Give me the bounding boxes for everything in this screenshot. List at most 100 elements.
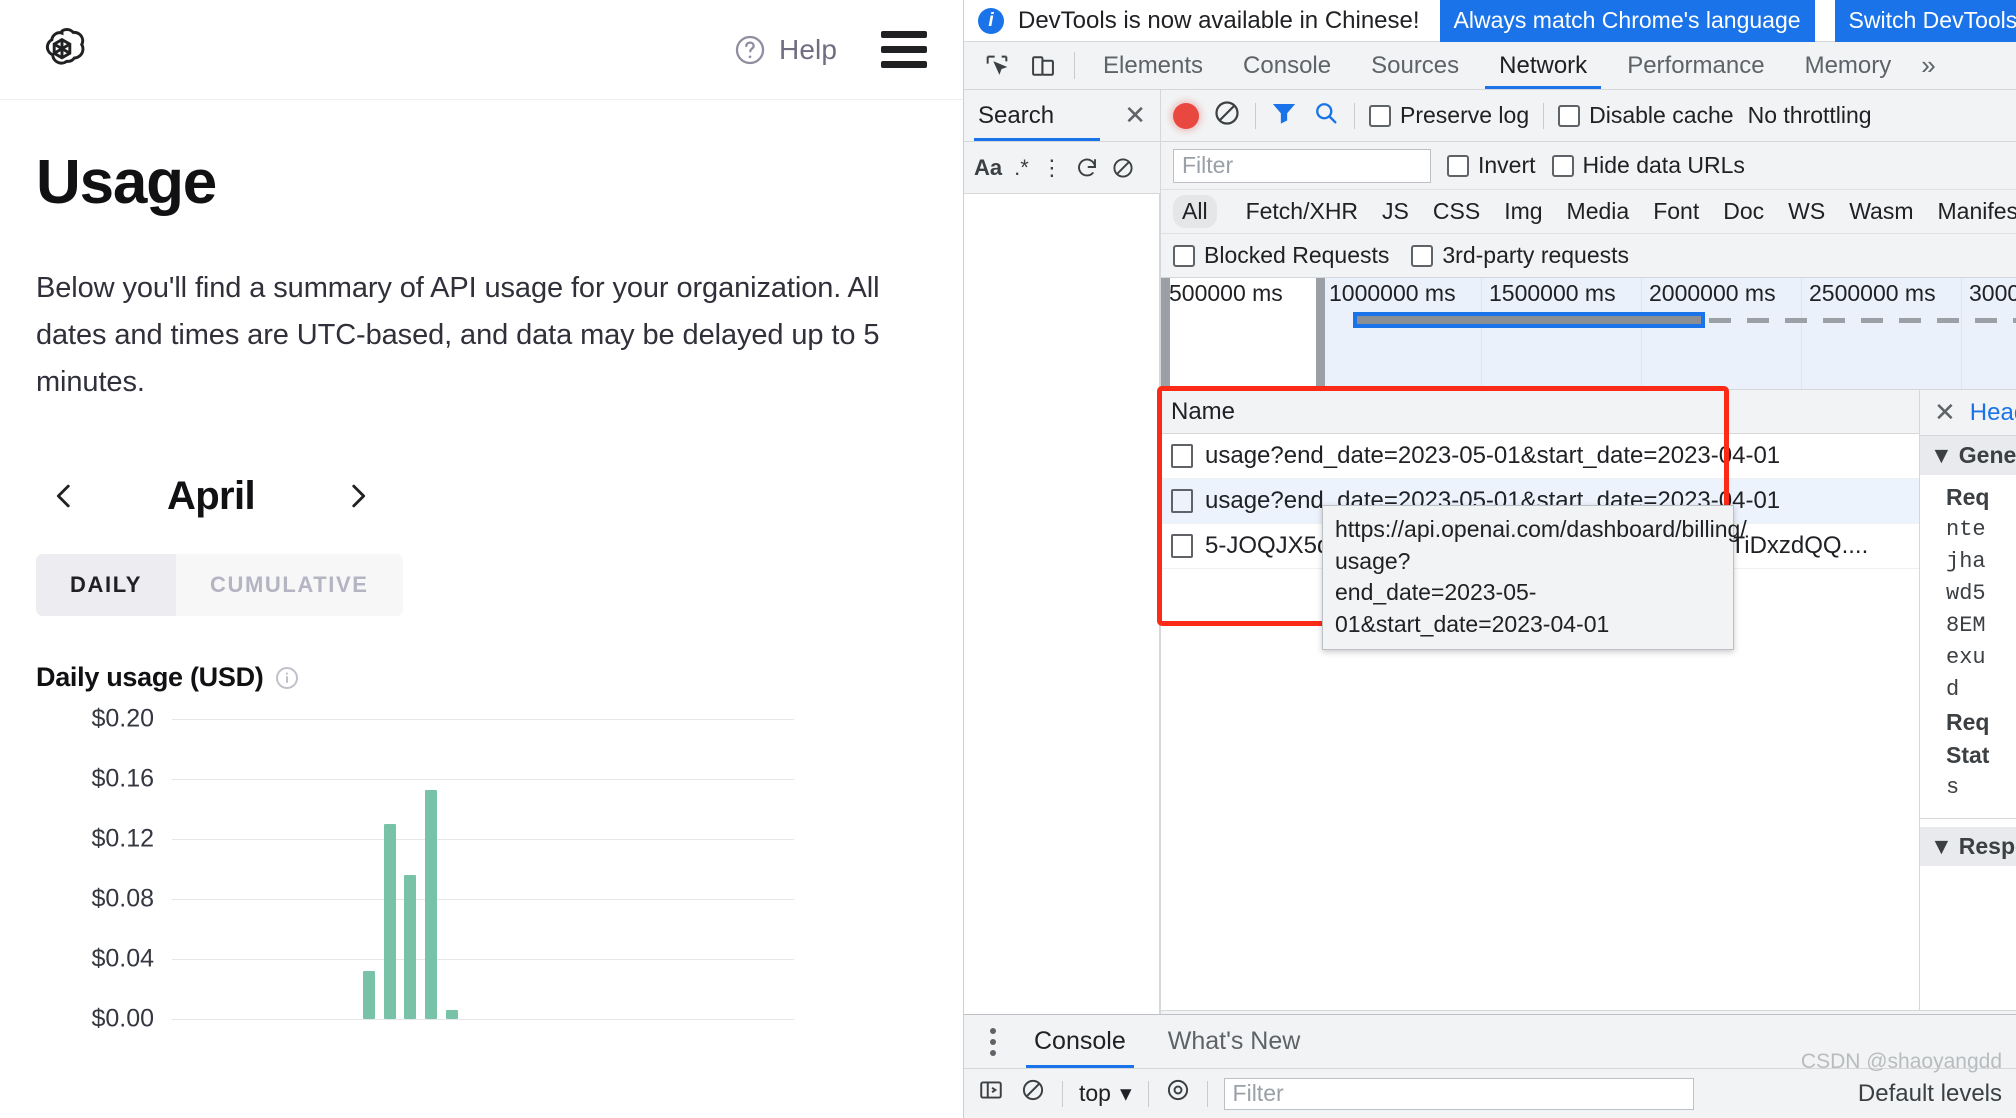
- invert-checkbox[interactable]: Invert: [1447, 152, 1536, 179]
- resource-type-font[interactable]: Font: [1644, 195, 1708, 228]
- execution-context-label: top: [1079, 1080, 1111, 1106]
- tab-network[interactable]: Network: [1479, 42, 1607, 89]
- general-section-header[interactable]: ▼ General: [1920, 436, 2016, 475]
- disable-cache-checkbox[interactable]: Disable cache: [1558, 102, 1734, 129]
- chart-bar-slot[interactable]: [442, 1010, 463, 1019]
- devtools-main: Search ✕ Aa .* ⋮ Preserve log Disable ca…: [964, 90, 2016, 1056]
- resource-type-css[interactable]: CSS: [1424, 195, 1489, 228]
- preserve-log-checkbox[interactable]: Preserve log: [1369, 102, 1529, 129]
- console-filter-input[interactable]: Filter: [1223, 1077, 1694, 1110]
- drawer-tab-console[interactable]: Console: [1018, 1015, 1142, 1068]
- device-toolbar-icon[interactable]: [1020, 42, 1066, 89]
- tab-daily[interactable]: DAILY: [36, 554, 176, 616]
- hide-data-urls-checkbox[interactable]: Hide data URLs: [1551, 152, 1745, 179]
- table-row[interactable]: usage?end_date=2023-05-01&start_date=202…: [1161, 434, 1919, 479]
- resource-type-js[interactable]: JS: [1373, 195, 1418, 228]
- chrome-devtools-panel: i DevTools is now available in Chinese! …: [963, 0, 2016, 1118]
- help-button[interactable]: Help: [733, 33, 837, 67]
- chevron-double-right-icon[interactable]: »: [1911, 42, 1945, 89]
- chart-bar[interactable]: [425, 789, 438, 1019]
- banner-message: DevTools is now available in Chinese!: [1018, 6, 1420, 34]
- inspect-element-icon[interactable]: [974, 42, 1020, 89]
- row-checkbox[interactable]: [1171, 444, 1193, 468]
- chart-bar-slot[interactable]: [421, 789, 442, 1019]
- info-circle-icon[interactable]: [275, 666, 299, 690]
- overview-right-handle[interactable]: [1316, 278, 1325, 389]
- checkbox-box: [1411, 244, 1434, 267]
- overview-tick-label: 3000000 ms: [1969, 280, 2016, 306]
- refresh-icon[interactable]: [1075, 156, 1099, 180]
- tab-elements[interactable]: Elements: [1083, 42, 1223, 89]
- tab-cumulative[interactable]: CUMULATIVE: [176, 554, 403, 616]
- chart-bar[interactable]: [404, 875, 417, 1019]
- chart-bar[interactable]: [383, 824, 396, 1019]
- tab-headers[interactable]: Headers: [1970, 399, 2016, 427]
- resource-type-fetch-xhr[interactable]: Fetch/XHR: [1237, 195, 1367, 228]
- tab-console[interactable]: Console: [1223, 42, 1351, 89]
- resource-type-wasm[interactable]: Wasm: [1840, 195, 1922, 228]
- row-checkbox[interactable]: [1171, 534, 1193, 558]
- chart-y-axis: $0.20 $0.16 $0.12 $0.08 $0.04 $0.00: [36, 705, 162, 1033]
- resource-type-media[interactable]: Media: [1558, 195, 1639, 228]
- close-icon[interactable]: ✕: [1124, 100, 1146, 131]
- switch-devtools-language-button[interactable]: Switch DevTools to Chinese: [1834, 0, 2016, 42]
- live-expression-icon[interactable]: [1165, 1077, 1191, 1110]
- requests-column-header[interactable]: Name: [1161, 390, 1919, 434]
- hamburger-menu-icon[interactable]: [881, 31, 927, 68]
- chart-bar[interactable]: [362, 971, 375, 1019]
- close-icon[interactable]: ✕: [1934, 397, 1956, 428]
- resource-type-doc[interactable]: Doc: [1714, 195, 1773, 228]
- overview-tick-label: 2000000 ms: [1649, 280, 1776, 306]
- regex-icon[interactable]: .*: [1014, 155, 1029, 181]
- tab-sources[interactable]: Sources: [1351, 42, 1479, 89]
- clear-icon[interactable]: [1111, 156, 1135, 180]
- toolbar-divider: [1206, 1080, 1208, 1107]
- search-pane-title: Search: [978, 101, 1055, 129]
- response-section-header[interactable]: ▼ Response: [1920, 827, 2016, 867]
- overview-selection-bar[interactable]: [1353, 312, 1705, 328]
- toolbar-divider: [1062, 1080, 1063, 1107]
- tab-memory[interactable]: Memory: [1785, 42, 1912, 89]
- resource-type-manifest[interactable]: Manifest: [1929, 195, 2016, 228]
- chevron-down-icon: ▾: [1119, 1080, 1132, 1106]
- match-case-icon[interactable]: Aa: [974, 155, 1002, 181]
- section-divider: [1920, 818, 2016, 820]
- resource-type-ws[interactable]: WS: [1779, 195, 1834, 228]
- next-month-button[interactable]: [330, 468, 386, 524]
- chart-bar-slot[interactable]: [400, 875, 421, 1019]
- checkbox-box: [1447, 154, 1469, 177]
- chart-bar-slot[interactable]: [379, 824, 400, 1019]
- search-magnifier-icon[interactable]: [1312, 99, 1340, 132]
- throttling-dropdown[interactable]: No throttling: [1748, 102, 1872, 129]
- network-overview-timeline[interactable]: 500000 ms 1000000 ms 1500000 ms 2000000 ms 2…: [1161, 278, 2016, 390]
- third-party-requests-checkbox[interactable]: 3rd-party requests: [1411, 242, 1629, 269]
- openai-logo[interactable]: [36, 24, 88, 76]
- resource-type-img[interactable]: Img: [1495, 195, 1551, 228]
- header-detail-line: jha: [1946, 549, 1986, 575]
- general-section-label: General: [1958, 442, 2016, 468]
- clear-network-icon[interactable]: [1213, 99, 1241, 132]
- console-levels-dropdown[interactable]: Default levels: [1858, 1080, 2002, 1108]
- chart-bar-slot[interactable]: [359, 971, 380, 1019]
- chart-bar[interactable]: [445, 1010, 458, 1019]
- overview-left-handle[interactable]: [1161, 278, 1170, 389]
- network-pane: Preserve log Disable cache No throttling…: [1157, 90, 2016, 1056]
- previous-month-button[interactable]: [36, 468, 92, 524]
- console-sidebar-icon[interactable]: [978, 1077, 1004, 1110]
- filter-funnel-icon[interactable]: [1270, 99, 1298, 132]
- clear-console-icon[interactable]: [1020, 1077, 1046, 1110]
- kebab-menu-icon[interactable]: [978, 1027, 1008, 1056]
- page-header: Help: [0, 0, 963, 100]
- record-button-icon[interactable]: [1173, 102, 1199, 129]
- search-toolbar: Aa .* ⋮: [964, 142, 1160, 194]
- always-match-language-button[interactable]: Always match Chrome's language: [1439, 0, 1815, 42]
- row-checkbox[interactable]: [1171, 489, 1193, 513]
- drawer-tab-whats-new[interactable]: What's New: [1152, 1015, 1317, 1068]
- tab-performance[interactable]: Performance: [1607, 42, 1784, 89]
- search-toolbar-divider: ⋮: [1040, 154, 1063, 180]
- execution-context-dropdown[interactable]: top ▾: [1079, 1080, 1132, 1107]
- devtools-drawer: Console What's New top ▾ Filter Default …: [964, 1014, 2016, 1118]
- blocked-requests-checkbox[interactable]: Blocked Requests: [1173, 242, 1389, 269]
- filter-input[interactable]: Filter: [1173, 148, 1431, 183]
- resource-type-all[interactable]: All: [1173, 195, 1217, 228]
